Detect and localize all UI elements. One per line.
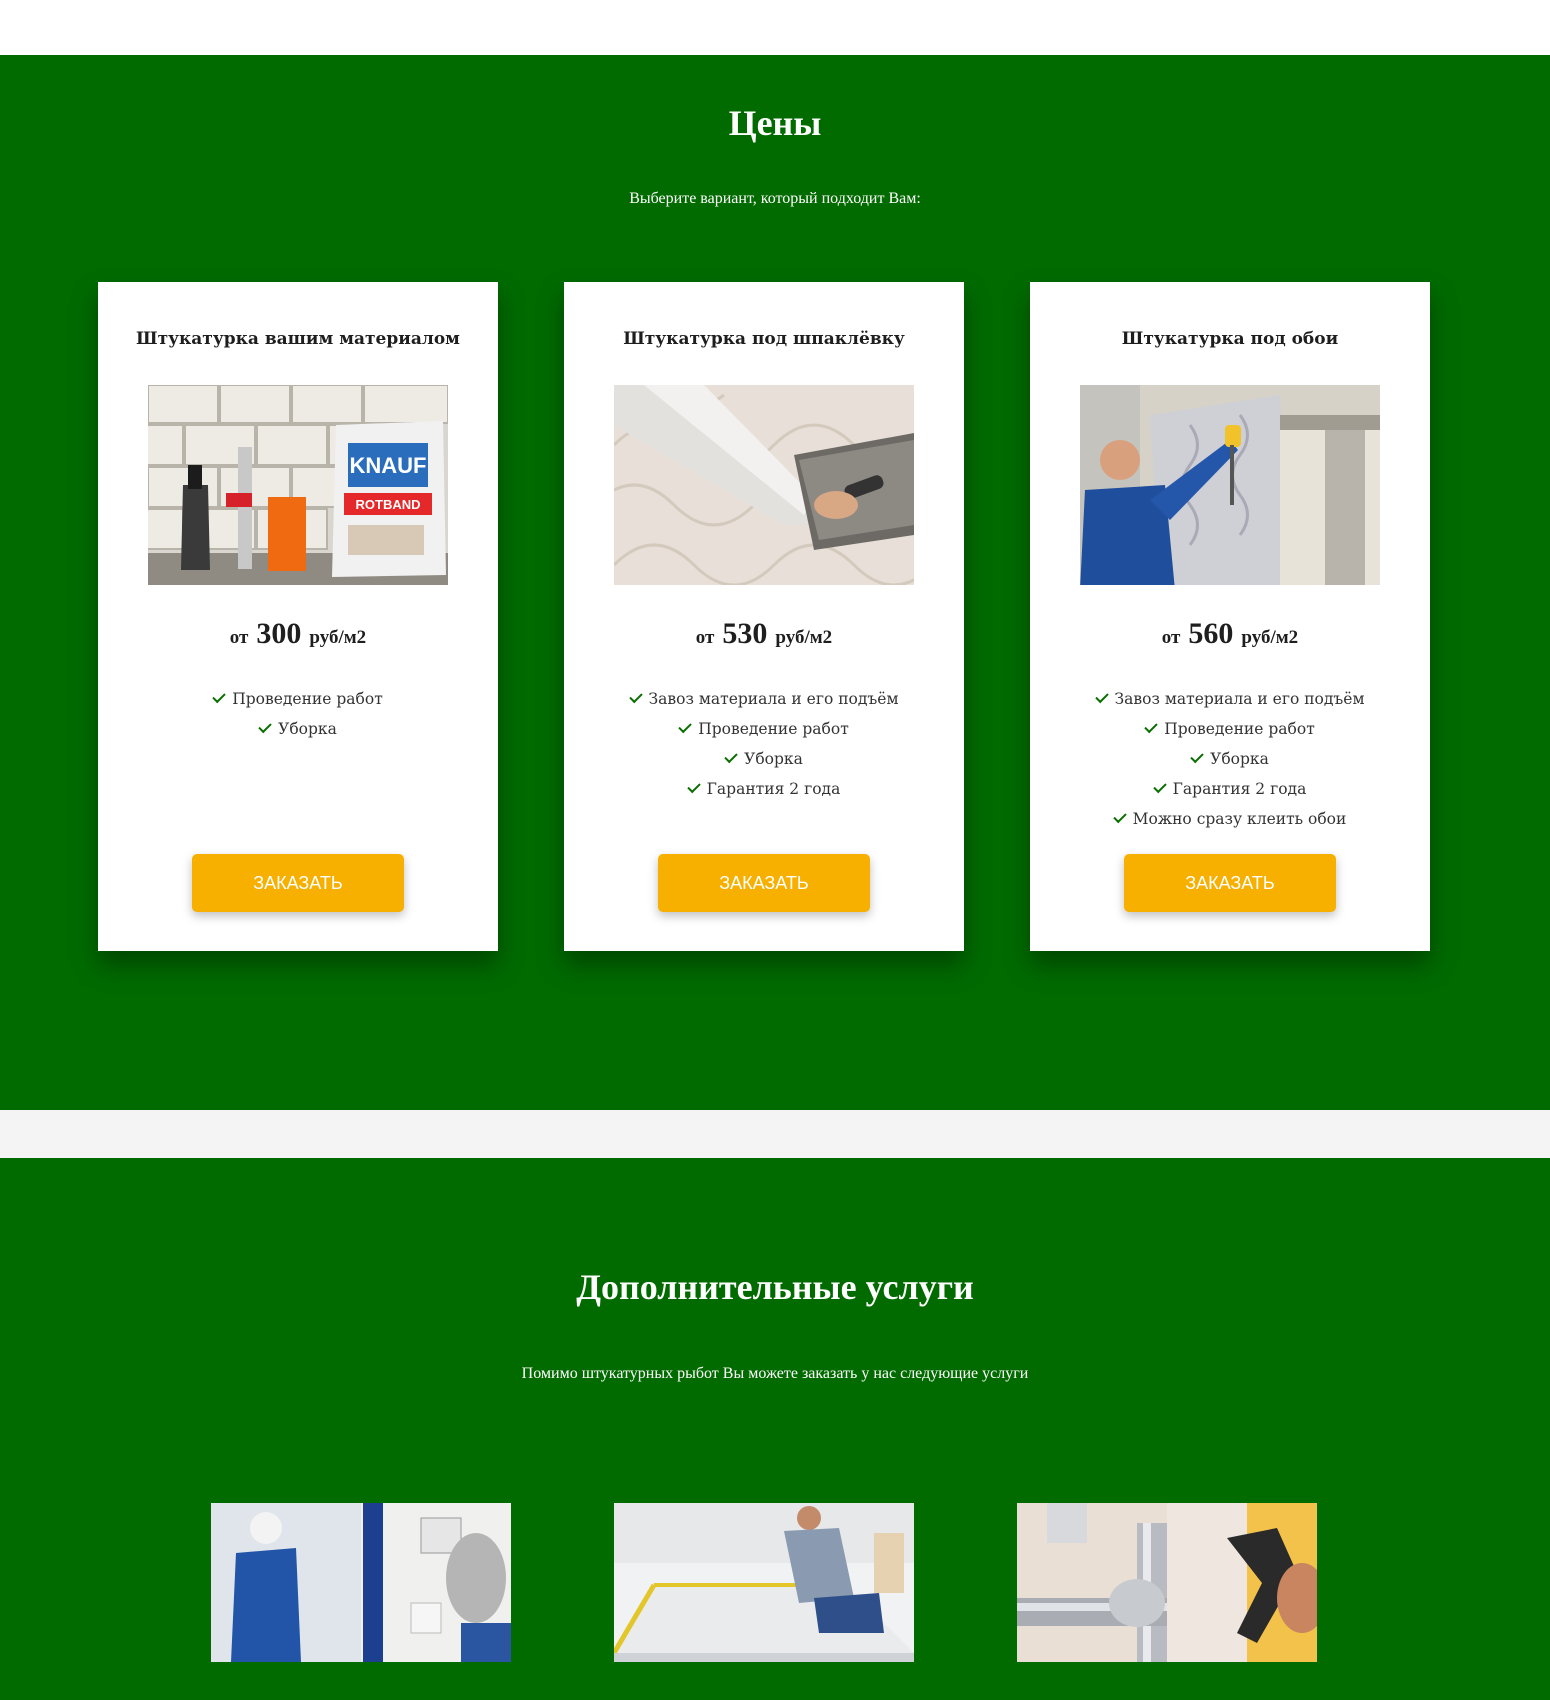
- price-value: 560: [1188, 617, 1234, 650]
- order-button[interactable]: ЗАКАЗАТЬ: [658, 854, 870, 912]
- section-divider: [0, 1110, 1550, 1158]
- check-icon: [724, 749, 738, 764]
- feature-item: Гарантия 2 года: [1030, 774, 1430, 804]
- feature-item: Можно сразу клеить обои: [1030, 804, 1430, 834]
- order-button[interactable]: ЗАКАЗАТЬ: [1124, 854, 1336, 912]
- feature-text: Проведение работ: [698, 720, 849, 738]
- price-prefix: от: [695, 627, 715, 648]
- feature-item: Гарантия 2 года: [564, 774, 964, 804]
- card-price: от 560 руб/м2: [1030, 617, 1430, 651]
- bag-brand-label: KNAUF: [350, 453, 427, 478]
- card-title: Штукатурка под шпаклёвку: [623, 329, 905, 349]
- price-unit: руб/м2: [1241, 627, 1299, 648]
- feature-item: Проведение работ: [564, 714, 964, 744]
- feature-text: Уборка: [1210, 750, 1269, 768]
- bag-product-label: ROTBAND: [356, 497, 421, 512]
- feature-list: Проведение работ Уборка: [98, 684, 498, 744]
- extra-services-images: [211, 1503, 1317, 1662]
- feature-list: Завоз материала и его подъём Проведение …: [564, 684, 964, 804]
- price-prefix: от: [229, 627, 249, 648]
- feature-text: Гарантия 2 года: [1172, 780, 1307, 798]
- tools-and-plaster-bag-image: KNAUF ROTBAND: [148, 385, 448, 585]
- extras-section: Дополнительные услуги Помимо штукатурных…: [0, 1158, 1550, 1700]
- extras-subtitle: Помимо штукатурных рыбот Вы можете заказ…: [521, 1365, 1029, 1382]
- feature-text: Гарантия 2 года: [706, 780, 841, 798]
- price-card: Штукатурка под шпаклёвку от 530 руб/м2 З…: [564, 282, 964, 951]
- price-prefix: от: [1161, 627, 1181, 648]
- order-button[interactable]: ЗАКАЗАТЬ: [192, 854, 404, 912]
- feature-item: Уборка: [564, 744, 964, 774]
- price-card: Штукатурка вашим материалом KNAUF ROTBAN…: [98, 282, 498, 951]
- card-price: от 530 руб/м2: [564, 617, 964, 651]
- check-icon: [686, 779, 701, 794]
- extras-title: Дополнительные услуги: [576, 1267, 974, 1307]
- electrician-image: [211, 1503, 511, 1662]
- plastering-trowel-image: [614, 385, 914, 585]
- price-cards: Штукатурка вашим материалом KNAUF ROTBAN…: [98, 282, 1430, 951]
- plumbing-image: [1017, 1503, 1317, 1662]
- price-unit: руб/м2: [775, 627, 833, 648]
- price-value: 530: [722, 617, 768, 650]
- feature-item: Уборка: [1030, 744, 1430, 774]
- check-icon: [1112, 809, 1127, 824]
- feature-text: Проведение работ: [1164, 720, 1315, 738]
- feature-item: Завоз материала и его подъём: [1030, 684, 1430, 714]
- wallpaper-worker-image: [1080, 385, 1380, 585]
- floor-leveling-image: [614, 1503, 914, 1662]
- top-gap: [0, 0, 1550, 55]
- card-price: от 300 руб/м2: [98, 617, 498, 651]
- price-card: Штукатурка под обои от 560 руб/м2 Завоз …: [1030, 282, 1430, 951]
- feature-text: Завоз материала и его подъём: [648, 690, 899, 708]
- check-icon: [1190, 749, 1204, 764]
- feature-text: Уборка: [744, 750, 803, 768]
- feature-item: Проведение работ: [98, 684, 498, 714]
- prices-section: Цены Выберите вариант, который подходит …: [0, 55, 1550, 1110]
- check-icon: [1094, 689, 1109, 704]
- feature-item: Завоз материала и его подъём: [564, 684, 964, 714]
- check-icon: [212, 689, 226, 704]
- card-title: Штукатурка вашим материалом: [136, 329, 460, 349]
- prices-title: Цены: [728, 103, 822, 143]
- feature-list: Завоз материала и его подъём Проведение …: [1030, 684, 1430, 834]
- price-unit: руб/м2: [309, 627, 367, 648]
- check-icon: [1144, 719, 1158, 734]
- check-icon: [678, 719, 692, 734]
- feature-text: Можно сразу клеить обои: [1132, 810, 1347, 828]
- feature-item: Проведение работ: [1030, 714, 1430, 744]
- check-icon: [1152, 779, 1167, 794]
- prices-subtitle: Выберите вариант, который подходит Вам:: [629, 190, 921, 207]
- check-icon: [628, 689, 643, 704]
- card-title: Штукатурка под обои: [1121, 329, 1339, 349]
- feature-text: Уборка: [278, 720, 337, 738]
- feature-text: Завоз материала и его подъём: [1114, 690, 1365, 708]
- check-icon: [258, 719, 272, 734]
- feature-text: Проведение работ: [232, 690, 383, 708]
- price-value: 300: [256, 617, 302, 650]
- feature-item: Уборка: [98, 714, 498, 744]
